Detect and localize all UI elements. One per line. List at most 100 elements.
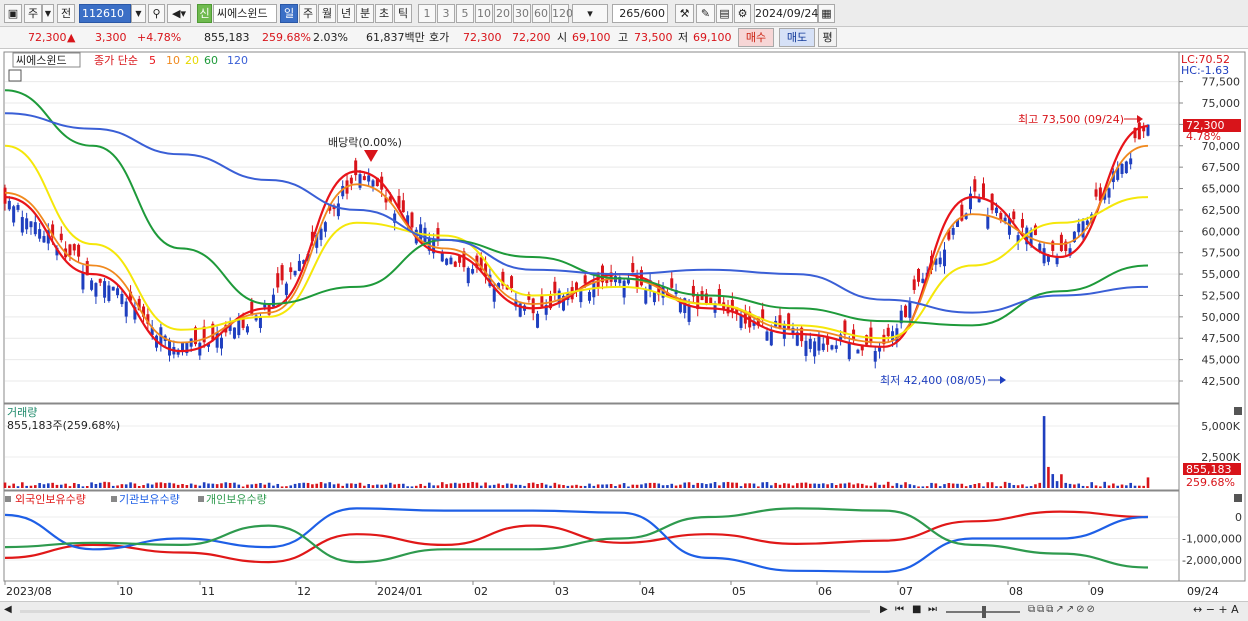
volume-bar (808, 483, 812, 488)
period-type-select[interactable]: 주 (24, 4, 42, 23)
interval-dropdown[interactable]: ▾ (572, 4, 608, 23)
volume-bar (752, 483, 756, 488)
volume-bar (770, 485, 773, 488)
interval-button-20[interactable]: 20 (494, 4, 512, 23)
ma-60-label: 60 (204, 54, 218, 67)
save-icon[interactable]: ▤ (716, 4, 733, 23)
price-tick-label: 60,000 (1202, 225, 1241, 238)
interval-button-5[interactable]: 5 (456, 4, 474, 23)
candle (1081, 218, 1085, 240)
stock-code-input[interactable]: 112610 (79, 4, 131, 23)
drawing-tools-icon[interactable]: ⧉⧉⧉↗↗⊘⊘ (1028, 604, 1188, 619)
price-tick-label: 57,500 (1202, 247, 1241, 260)
speaker-icon[interactable]: ◀▾ (167, 4, 191, 23)
volume-title: 거래량 (7, 406, 37, 419)
volume-bar (609, 483, 613, 488)
volume-bar (497, 483, 500, 488)
turnover: 2.03% (313, 31, 348, 44)
volume-bar (783, 483, 786, 488)
tab-period-2[interactable]: 월 (318, 4, 336, 23)
calendar-icon[interactable]: ▦ (818, 4, 835, 23)
volume-bar (1133, 485, 1137, 488)
sell-button[interactable]: 매도 (779, 28, 815, 47)
volume-bar (302, 482, 306, 488)
scroll-left-icon[interactable]: ◀ (4, 604, 18, 619)
x-axis-label: 06 (818, 585, 832, 598)
stop-icon[interactable]: ■ (912, 604, 926, 619)
volume-bar (150, 484, 154, 488)
close-icon[interactable] (1234, 407, 1242, 415)
volume-bar (787, 483, 790, 488)
volume-tick-label: 5,000K (1201, 420, 1240, 433)
interval-button-3[interactable]: 3 (437, 4, 455, 23)
volume-bar (363, 485, 366, 488)
volume-bar (934, 483, 938, 488)
candle (445, 257, 449, 266)
volume-bar (384, 484, 388, 488)
volume-bar (1081, 485, 1085, 488)
tab-period-6[interactable]: 틱 (394, 4, 412, 23)
volume-bar (415, 485, 418, 488)
volume-bar (492, 484, 496, 488)
volume-bar (42, 484, 46, 488)
interval-button-60[interactable]: 60 (532, 4, 550, 23)
volume-bar (757, 486, 760, 488)
buy-button[interactable]: 매수 (738, 28, 774, 47)
zoom-slider-handle[interactable] (982, 606, 986, 618)
volume-bar (821, 483, 825, 488)
volume-bar (129, 482, 132, 488)
draw-icon[interactable]: ✎ (696, 4, 715, 23)
volume-bar (471, 481, 474, 488)
interval-button-30[interactable]: 30 (513, 4, 531, 23)
chart-canvas[interactable]: 77,50075,00072,50070,00067,50065,00062,5… (0, 50, 1248, 601)
volume-bar (544, 484, 548, 488)
table-icon[interactable] (8, 69, 22, 82)
window-icon[interactable]: ▣ (4, 4, 22, 23)
tab-period-4[interactable]: 분 (356, 4, 374, 23)
volume-bar (1107, 485, 1111, 488)
volume-bar (98, 482, 102, 488)
tools-icon[interactable]: ⚒ (675, 4, 694, 23)
compare-button[interactable]: 전 (57, 4, 75, 23)
tab-period-5[interactable]: 초 (375, 4, 393, 23)
volume-bar (116, 485, 119, 488)
current-price: 72,300 (28, 31, 67, 44)
rewind-icon[interactable]: ⏮ (895, 604, 909, 619)
interval-button-120[interactable]: 120 (551, 4, 573, 23)
date-input[interactable]: 2024/09/24 (754, 4, 818, 23)
x-axis-label: 03 (555, 585, 569, 598)
volume-bar (410, 486, 414, 488)
volume-bar (583, 485, 587, 488)
volume-bar (566, 485, 570, 488)
gear-icon[interactable]: ⚙ (734, 4, 751, 23)
tab-period-0[interactable]: 일 (280, 4, 298, 23)
scroll-right-icon[interactable]: ▶ (880, 604, 892, 619)
volume-bar (324, 483, 327, 488)
x-axis-label: 2023/08 (6, 585, 52, 598)
volume-bar (744, 483, 747, 488)
tab-period-1[interactable]: 주 (299, 4, 317, 23)
ask-price: 72,300 (463, 31, 502, 44)
chevron-down-icon[interactable]: ▼ (42, 4, 54, 23)
evaluate-button[interactable]: 평 (818, 28, 837, 47)
volume-bar (350, 483, 353, 488)
scroll-track[interactable] (20, 610, 870, 613)
tab-period-3[interactable]: 년 (337, 4, 355, 23)
volume-bar (484, 482, 487, 488)
search-icon[interactable]: ⚲ (148, 4, 165, 23)
chevron-down-icon[interactable]: ▼ (131, 4, 146, 23)
volume-bar (531, 482, 535, 488)
forward-icon[interactable]: ⏭ (928, 604, 942, 619)
close-icon[interactable] (1234, 494, 1242, 502)
candle (865, 334, 869, 346)
volume-bar (371, 485, 375, 488)
candle (787, 312, 791, 331)
count-field[interactable]: 265/600 (612, 4, 668, 23)
volume-bar (393, 484, 396, 488)
price-tick-label: 77,500 (1202, 76, 1241, 89)
interval-button-10[interactable]: 10 (475, 4, 493, 23)
volume-bar (142, 485, 145, 488)
zoom-controls-icon[interactable]: ↔ − + A (1193, 603, 1245, 619)
ma-10-label: 10 (166, 54, 180, 67)
interval-button-1[interactable]: 1 (418, 4, 436, 23)
